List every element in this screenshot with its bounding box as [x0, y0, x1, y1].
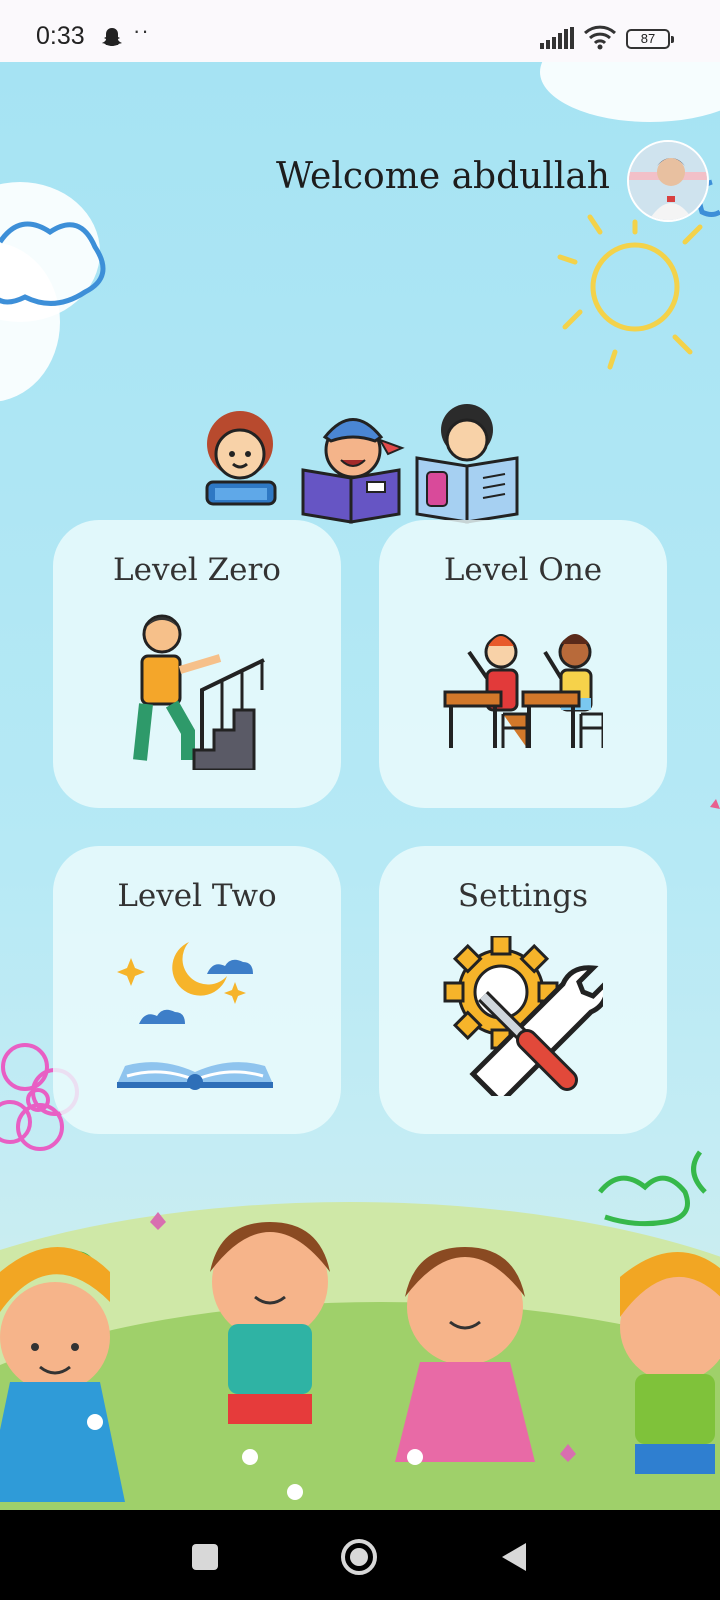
level-two-card[interactable]: Level Two [53, 846, 341, 1134]
signal-icon [540, 27, 576, 53]
home-screen: Welcome abdullah Level Zero Level One Le… [0, 62, 720, 1510]
settings-label: Settings [457, 878, 589, 914]
settings-card[interactable]: Settings [379, 846, 667, 1134]
gear-wrench-screwdriver-icon [443, 936, 603, 1096]
snapchat-ghost-icon [100, 26, 124, 54]
level-zero-label: Level Zero [113, 552, 281, 588]
kids-reading-illustration [205, 404, 519, 524]
welcome-message: Welcome abdullah [275, 156, 610, 197]
system-navigation-bar [0, 1510, 720, 1600]
triangle-back-icon[interactable] [500, 1541, 528, 1577]
circle-icon[interactable] [340, 1538, 378, 1580]
square-icon[interactable] [191, 1543, 219, 1575]
wifi-icon [583, 24, 617, 54]
status-bar: 0:33 ·· 87 [0, 0, 720, 62]
kids-illustration [0, 1222, 720, 1502]
status-time: 0:33 [36, 22, 85, 50]
battery-icon: 87 [626, 29, 674, 49]
notification-dots: ·· [133, 18, 150, 43]
level-one-card[interactable]: Level One [379, 520, 667, 808]
level-zero-card[interactable]: Level Zero [53, 520, 341, 808]
night-book-icon [117, 942, 273, 1090]
stairs-climbing-icon [133, 614, 265, 770]
classroom-desks-icon [443, 634, 603, 748]
user-avatar[interactable] [627, 140, 709, 222]
level-two-label: Level Two [117, 878, 277, 914]
level-one-label: Level One [443, 552, 603, 588]
